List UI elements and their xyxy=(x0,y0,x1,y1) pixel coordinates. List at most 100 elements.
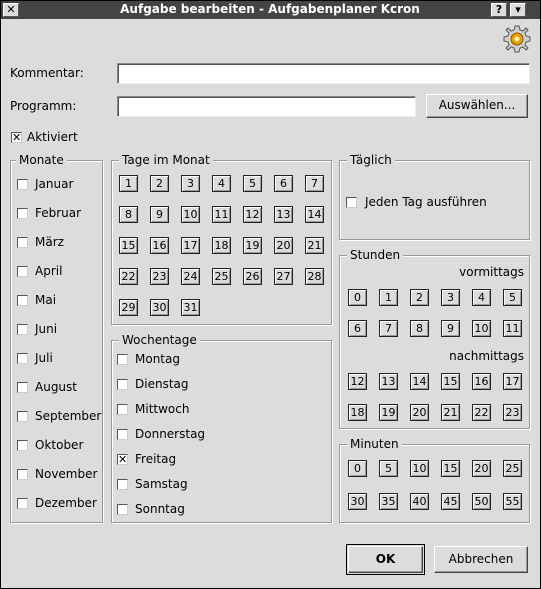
weekday-checkbox[interactable] xyxy=(117,404,128,415)
month-checkbox[interactable] xyxy=(17,440,28,451)
hour-button-pm[interactable]: 20 xyxy=(410,404,429,421)
day-button[interactable]: 30 xyxy=(150,299,169,316)
day-button[interactable]: 2 xyxy=(150,175,169,192)
minute-button[interactable]: 25 xyxy=(503,460,522,477)
hour-button-am[interactable]: 9 xyxy=(441,320,460,337)
hour-button-am[interactable]: 10 xyxy=(472,320,491,337)
hour-button-pm[interactable]: 12 xyxy=(348,373,367,390)
jeden-tag-checkbox[interactable] xyxy=(346,197,357,208)
hour-button-am[interactable]: 8 xyxy=(410,320,429,337)
hour-button-pm[interactable]: 17 xyxy=(503,373,522,390)
day-button[interactable]: 26 xyxy=(243,268,262,285)
hour-button-pm[interactable]: 14 xyxy=(410,373,429,390)
hour-button-pm[interactable]: 13 xyxy=(379,373,398,390)
minute-button[interactable]: 50 xyxy=(472,493,491,510)
weekday-checkbox[interactable] xyxy=(117,379,128,390)
day-button[interactable]: 9 xyxy=(150,206,169,223)
minute-button[interactable]: 20 xyxy=(472,460,491,477)
month-checkbox[interactable] xyxy=(17,237,28,248)
day-button[interactable]: 5 xyxy=(243,175,262,192)
kommentar-input[interactable] xyxy=(117,63,530,84)
day-button[interactable]: 15 xyxy=(119,237,138,254)
day-button[interactable]: 12 xyxy=(243,206,262,223)
minute-button[interactable]: 30 xyxy=(348,493,367,510)
minute-button[interactable]: 55 xyxy=(503,493,522,510)
hour-button-pm[interactable]: 15 xyxy=(441,373,460,390)
ok-button[interactable]: OK xyxy=(348,546,423,573)
minute-button[interactable]: 35 xyxy=(379,493,398,510)
weekday-checkbox[interactable] xyxy=(117,429,128,440)
month-checkbox[interactable] xyxy=(17,208,28,219)
hour-button-am[interactable]: 4 xyxy=(472,289,491,306)
minute-button[interactable]: 15 xyxy=(441,460,460,477)
day-button[interactable]: 8 xyxy=(119,206,138,223)
month-checkbox[interactable] xyxy=(17,324,28,335)
day-button[interactable]: 11 xyxy=(212,206,231,223)
day-button[interactable]: 7 xyxy=(305,175,324,192)
month-checkbox[interactable] xyxy=(17,266,28,277)
hour-button-pm[interactable]: 21 xyxy=(441,404,460,421)
hour-button-pm[interactable]: 16 xyxy=(472,373,491,390)
programm-input[interactable] xyxy=(117,96,416,117)
hour-button-am[interactable]: 7 xyxy=(379,320,398,337)
month-checkbox[interactable] xyxy=(17,469,28,480)
day-button[interactable]: 23 xyxy=(150,268,169,285)
minute-button[interactable]: 40 xyxy=(410,493,429,510)
minute-button[interactable]: 0 xyxy=(348,460,367,477)
day-button[interactable]: 14 xyxy=(305,206,324,223)
month-checkbox[interactable] xyxy=(17,411,28,422)
day-button[interactable]: 6 xyxy=(274,175,293,192)
hour-button-am[interactable]: 3 xyxy=(441,289,460,306)
auswaehlen-button[interactable]: Auswählen... xyxy=(426,94,528,118)
day-button[interactable]: 18 xyxy=(212,237,231,254)
day-button[interactable]: 3 xyxy=(181,175,200,192)
day-button[interactable]: 29 xyxy=(119,299,138,316)
month-checkbox[interactable] xyxy=(17,498,28,509)
month-checkbox[interactable] xyxy=(17,382,28,393)
day-button[interactable]: 20 xyxy=(274,237,293,254)
day-button[interactable]: 17 xyxy=(181,237,200,254)
weekday-checkbox[interactable]: ✕ xyxy=(117,454,128,465)
help-icon[interactable]: ? xyxy=(491,3,507,17)
minute-button[interactable]: 5 xyxy=(379,460,398,477)
day-button[interactable]: 13 xyxy=(274,206,293,223)
day-button[interactable]: 10 xyxy=(181,206,200,223)
day-button[interactable]: 28 xyxy=(305,268,324,285)
month-checkbox[interactable] xyxy=(17,179,28,190)
month-checkbox[interactable] xyxy=(17,353,28,364)
month-label: Juli xyxy=(35,351,53,365)
minute-button[interactable]: 10 xyxy=(410,460,429,477)
close-icon[interactable]: ✕ xyxy=(3,3,19,17)
hour-button-am[interactable]: 6 xyxy=(348,320,367,337)
weekday-checkbox[interactable] xyxy=(117,354,128,365)
day-button[interactable]: 27 xyxy=(274,268,293,285)
hour-button-am[interactable]: 1 xyxy=(379,289,398,306)
hour-button-pm[interactable]: 19 xyxy=(379,404,398,421)
wochentage-title: Wochentage xyxy=(119,333,200,347)
hour-button-am[interactable]: 5 xyxy=(503,289,522,306)
hour-button-am[interactable]: 11 xyxy=(503,320,522,337)
day-button[interactable]: 1 xyxy=(119,175,138,192)
hour-button-pm[interactable]: 23 xyxy=(503,404,522,421)
vormittags-label: vormittags xyxy=(459,265,524,279)
day-button[interactable]: 4 xyxy=(212,175,231,192)
minute-button[interactable]: 45 xyxy=(441,493,460,510)
day-button[interactable]: 22 xyxy=(119,268,138,285)
month-checkbox[interactable] xyxy=(17,295,28,306)
weekday-checkbox[interactable] xyxy=(117,504,128,515)
day-button[interactable]: 31 xyxy=(181,299,200,316)
weekday-checkbox[interactable] xyxy=(117,479,128,490)
hour-button-am[interactable]: 0 xyxy=(348,289,367,306)
abbrechen-button[interactable]: Abbrechen xyxy=(434,546,528,573)
day-button[interactable]: 16 xyxy=(150,237,169,254)
hour-button-pm[interactable]: 22 xyxy=(472,404,491,421)
hour-button-am[interactable]: 2 xyxy=(410,289,429,306)
menu-icon[interactable]: ▾ xyxy=(510,3,526,17)
day-button[interactable]: 25 xyxy=(212,268,231,285)
day-button[interactable]: 24 xyxy=(181,268,200,285)
hour-button-pm[interactable]: 18 xyxy=(348,404,367,421)
day-button[interactable]: 19 xyxy=(243,237,262,254)
aktiviert-checkbox[interactable]: ✕ xyxy=(11,132,22,143)
day-button[interactable]: 21 xyxy=(305,237,324,254)
month-label: Mai xyxy=(35,293,57,307)
